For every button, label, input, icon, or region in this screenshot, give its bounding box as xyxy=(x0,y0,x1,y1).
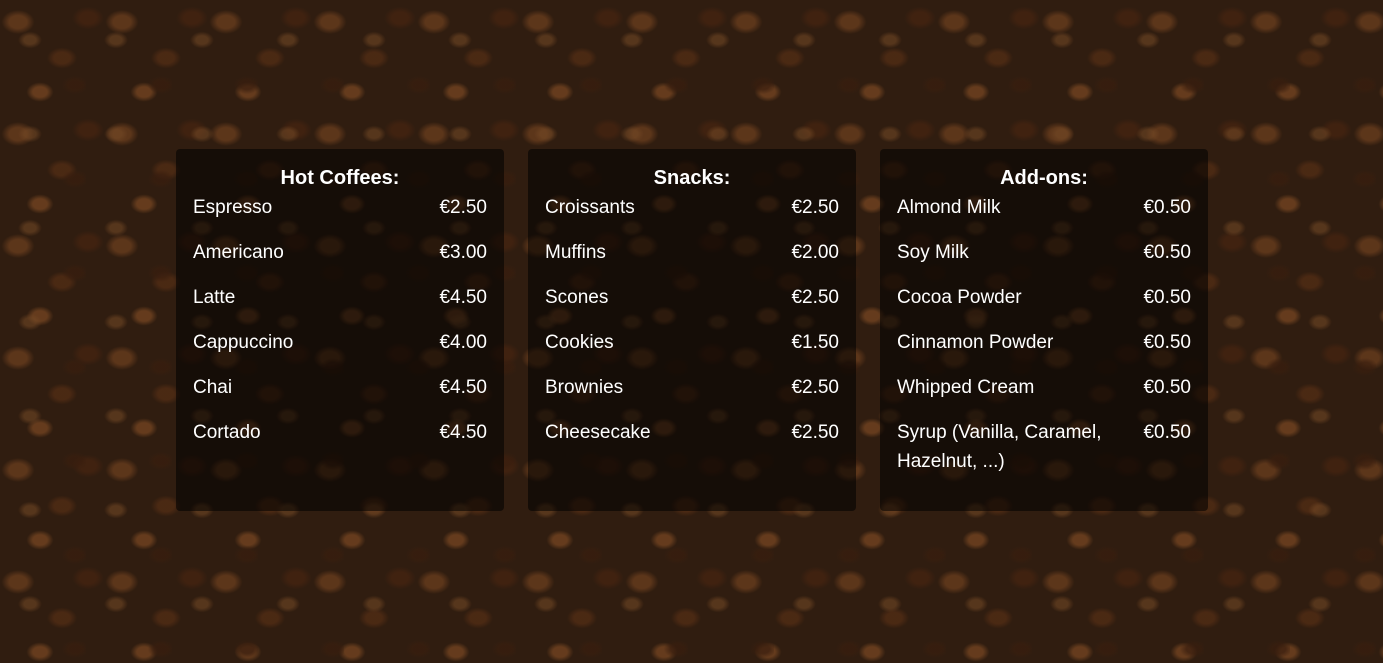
menu-item-price: €0.50 xyxy=(1143,332,1191,353)
menu-item-price: €2.50 xyxy=(791,287,839,308)
menu-item: Cappuccino €4.00 xyxy=(193,328,487,357)
menu-item-name: Cinnamon Powder xyxy=(897,332,1054,353)
menu-item: Cocoa Powder €0.50 xyxy=(897,283,1191,312)
menu-item: Soy Milk €0.50 xyxy=(897,238,1191,267)
menu-item-price: €0.50 xyxy=(1143,197,1191,218)
menu-item-name: Almond Milk xyxy=(897,197,1001,218)
menu-item-price: €2.50 xyxy=(791,422,839,443)
menu-item: Syrup (Vanilla, Caramel, Hazelnut, ...) … xyxy=(897,418,1191,476)
menu-item-price: €0.50 xyxy=(1143,422,1191,443)
menu-item: Whipped Cream €0.50 xyxy=(897,373,1191,402)
menu-item-name: Americano xyxy=(193,242,284,263)
menu-item-name: Cappuccino xyxy=(193,332,294,353)
menu-item-name: Cheesecake xyxy=(545,422,651,443)
menu-item-price: €2.50 xyxy=(439,197,487,218)
menu-item-price: €4.50 xyxy=(439,422,487,443)
menu-item-price: €0.50 xyxy=(1143,377,1191,398)
menu-item-name: Cortado xyxy=(193,422,261,443)
menu-item-name: Croissants xyxy=(545,197,635,218)
menu-item-price: €2.50 xyxy=(791,197,839,218)
menu-board: Hot Coffees: Espresso €2.50 Americano €3… xyxy=(176,149,1208,511)
menu-item-price: €3.00 xyxy=(439,242,487,263)
menu-item: Croissants €2.50 xyxy=(545,193,839,222)
menu-item-price: €4.50 xyxy=(439,287,487,308)
menu-item-price: €2.00 xyxy=(791,242,839,263)
menu-item-name: Espresso xyxy=(193,197,273,218)
menu-item: Americano €3.00 xyxy=(193,238,487,267)
menu-item-name: Cookies xyxy=(545,332,614,353)
menu-item-name: Soy Milk xyxy=(897,242,969,263)
menu-item-name: Syrup (Vanilla, Caramel, Hazelnut, ...) xyxy=(897,422,1102,472)
menu-item: Espresso €2.50 xyxy=(193,193,487,222)
panel-title: Snacks: xyxy=(653,167,731,189)
menu-item: Latte €4.50 xyxy=(193,283,487,312)
menu-item-name: Chai xyxy=(193,377,233,398)
menu-item-price: €1.50 xyxy=(791,332,839,353)
menu-item-price: €0.50 xyxy=(1143,242,1191,263)
snacks-panel: Snacks: Croissants €2.50 Muffins €2.00 S… xyxy=(528,149,856,511)
menu-item: Scones €2.50 xyxy=(545,283,839,312)
menu-item: Cortado €4.50 xyxy=(193,418,487,447)
menu-item-name: Muffins xyxy=(545,242,606,263)
menu-item: Cinnamon Powder €0.50 xyxy=(897,328,1191,357)
menu-item: Cookies €1.50 xyxy=(545,328,839,357)
menu-item-price: €0.50 xyxy=(1143,287,1191,308)
menu-item: Chai €4.50 xyxy=(193,373,487,402)
hot-coffees-panel: Hot Coffees: Espresso €2.50 Americano €3… xyxy=(176,149,504,511)
menu-item: Muffins €2.00 xyxy=(545,238,839,267)
menu-item-price: €4.50 xyxy=(439,377,487,398)
menu-item-name: Brownies xyxy=(545,377,624,398)
menu-item-name: Latte xyxy=(193,287,236,308)
panel-title: Hot Coffees: xyxy=(280,167,400,189)
menu-item-price: €4.00 xyxy=(439,332,487,353)
add-ons-panel: Add-ons: Almond Milk €0.50 Soy Milk €0.5… xyxy=(880,149,1208,511)
panel-title: Add-ons: xyxy=(1000,167,1088,189)
menu-item-price: €2.50 xyxy=(791,377,839,398)
menu-item-name: Whipped Cream xyxy=(897,377,1035,398)
menu-item-name: Scones xyxy=(545,287,609,308)
menu-item: Brownies €2.50 xyxy=(545,373,839,402)
menu-item-name: Cocoa Powder xyxy=(897,287,1022,308)
menu-item: Cheesecake €2.50 xyxy=(545,418,839,447)
menu-item: Almond Milk €0.50 xyxy=(897,193,1191,222)
